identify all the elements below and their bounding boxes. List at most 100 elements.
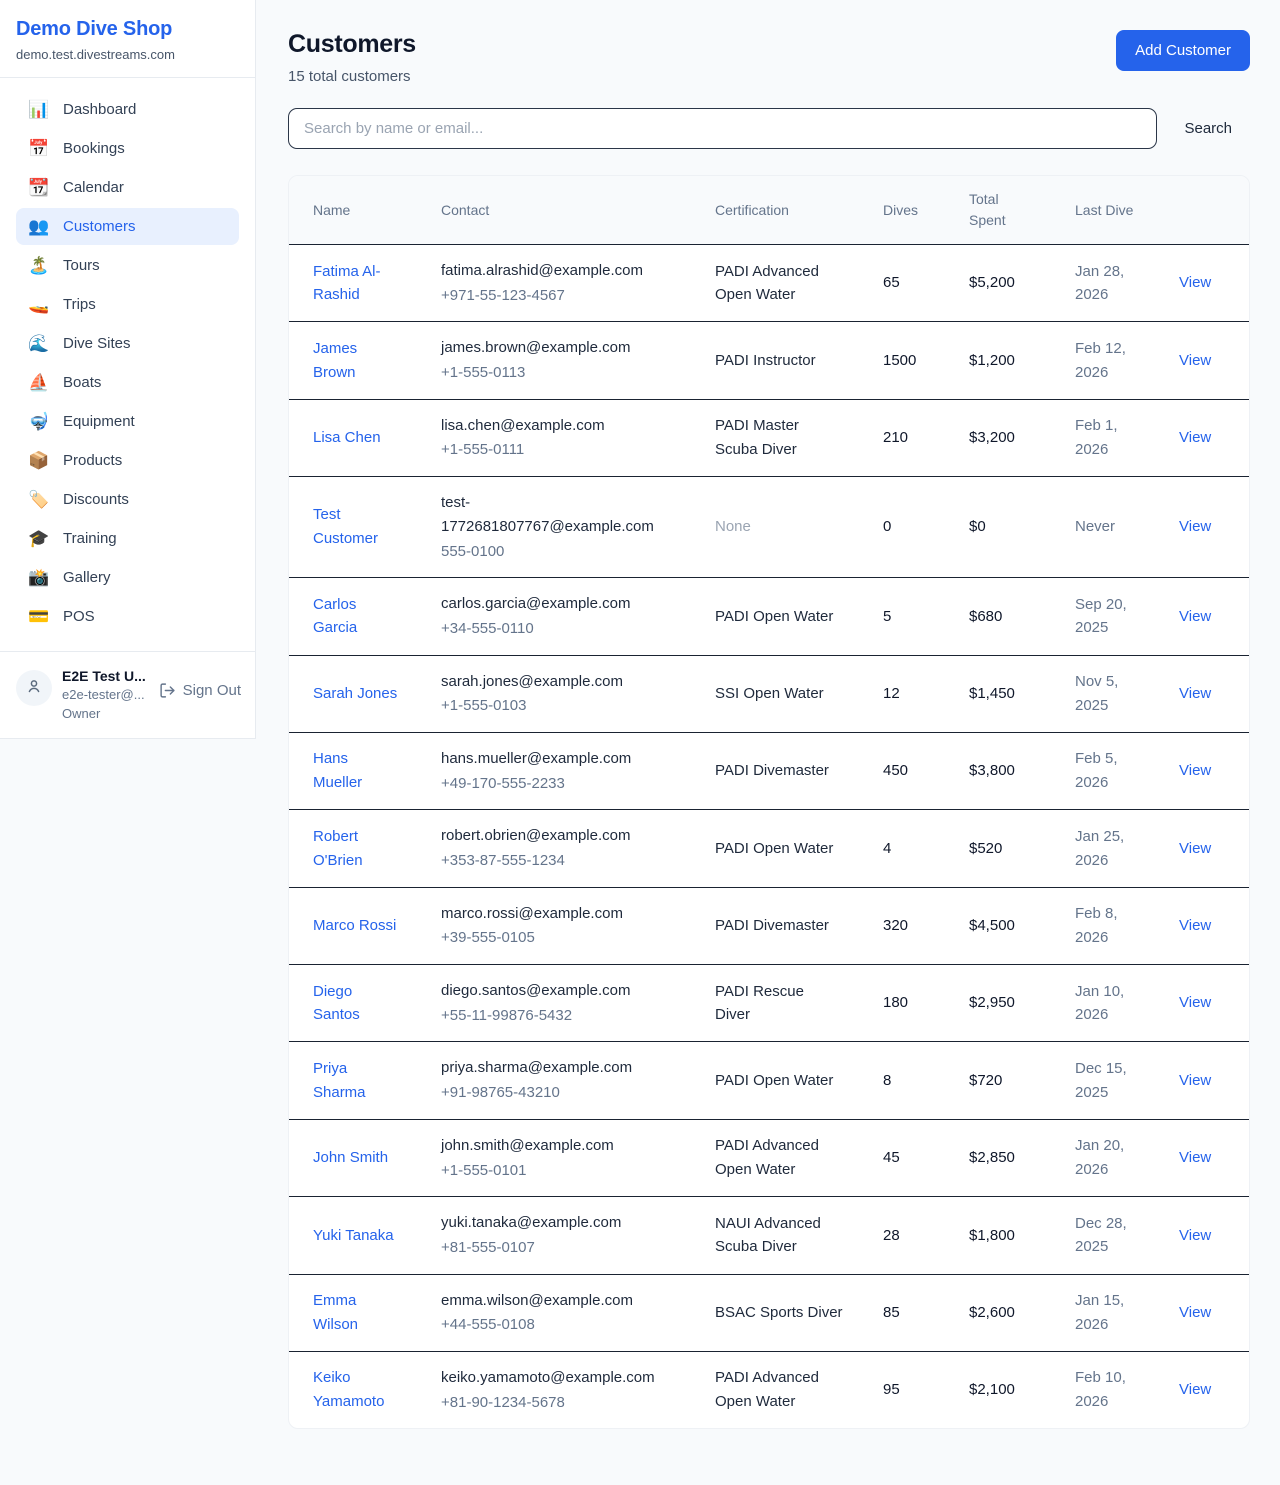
view-link[interactable]: View — [1179, 917, 1211, 934]
column-header-name: Name — [289, 176, 417, 245]
customer-total-spent: $3,800 — [945, 732, 1051, 809]
customer-name-link[interactable]: Yuki Tanaka — [313, 1227, 394, 1244]
page-header-text: Customers 15 total customers — [288, 30, 416, 85]
search-input[interactable] — [288, 108, 1157, 149]
view-link[interactable]: View — [1179, 1304, 1211, 1321]
sidebar-item-label: POS — [63, 608, 95, 625]
customer-last-dive: Jan 28, 2026 — [1051, 245, 1155, 322]
customer-contact: lisa.chen@example.com +1-555-0111 — [417, 399, 691, 476]
customer-dives: 0 — [859, 477, 945, 578]
sidebar-item-discounts[interactable]: 🏷️ Discounts — [16, 481, 239, 518]
table-row: Fatima Al-Rashid fatima.alrashid@example… — [289, 245, 1249, 322]
customer-certification: PADI Instructor — [691, 322, 859, 399]
customer-dives: 65 — [859, 245, 945, 322]
avatar — [16, 670, 52, 706]
customer-name-link[interactable]: Carlos Garcia — [313, 596, 357, 637]
customer-total-spent: $3,200 — [945, 399, 1051, 476]
sidebar-item-label: Tours — [63, 257, 100, 274]
customer-last-dive: Jan 15, 2026 — [1051, 1274, 1155, 1351]
customer-name-link[interactable]: Test Customer — [313, 506, 378, 547]
view-link[interactable]: View — [1179, 274, 1211, 291]
pos-icon: 💳 — [28, 608, 50, 625]
sidebar-item-dive-sites[interactable]: 🌊 Dive Sites — [16, 325, 239, 362]
customer-name-link[interactable]: Keiko Yamamoto — [313, 1369, 384, 1410]
customer-name-link[interactable]: Robert O'Brien — [313, 828, 363, 869]
sidebar-item-products[interactable]: 📦 Products — [16, 442, 239, 479]
view-link[interactable]: View — [1179, 518, 1211, 535]
customer-phone: +353-87-555-1234 — [441, 849, 675, 873]
sidebar-item-pos[interactable]: 💳 POS — [16, 598, 239, 635]
sidebar-item-tours[interactable]: 🏝️ Tours — [16, 247, 239, 284]
table-row: Keiko Yamamoto keiko.yamamoto@example.co… — [289, 1351, 1249, 1428]
customer-name-link[interactable]: John Smith — [313, 1149, 388, 1166]
customer-name-link[interactable]: Fatima Al-Rashid — [313, 263, 381, 304]
customer-name-link[interactable]: Priya Sharma — [313, 1060, 366, 1101]
view-link[interactable]: View — [1179, 1149, 1211, 1166]
table-row: Yuki Tanaka yuki.tanaka@example.com +81-… — [289, 1197, 1249, 1274]
training-icon: 🎓 — [28, 530, 50, 547]
view-link[interactable]: View — [1179, 429, 1211, 446]
customer-total-spent: $2,600 — [945, 1274, 1051, 1351]
sidebar-item-boats[interactable]: ⛵ Boats — [16, 364, 239, 401]
view-link[interactable]: View — [1179, 352, 1211, 369]
customer-dives: 450 — [859, 732, 945, 809]
sidebar-item-gallery[interactable]: 📸 Gallery — [16, 559, 239, 596]
customer-name-link[interactable]: Sarah Jones — [313, 685, 397, 702]
customer-contact: john.smith@example.com +1-555-0101 — [417, 1119, 691, 1196]
add-customer-button[interactable]: Add Customer — [1116, 30, 1250, 71]
view-link[interactable]: View — [1179, 1227, 1211, 1244]
customer-name-link[interactable]: Lisa Chen — [313, 429, 381, 446]
customer-email: robert.obrien@example.com — [441, 824, 675, 848]
brand-name[interactable]: Demo Dive Shop — [16, 18, 239, 41]
customer-name-link[interactable]: Diego Santos — [313, 983, 360, 1024]
customer-phone: 555-0100 — [441, 540, 675, 564]
customer-email: marco.rossi@example.com — [441, 902, 675, 926]
customer-count: 15 total customers — [288, 68, 416, 85]
sidebar-item-calendar[interactable]: 📆 Calendar — [16, 169, 239, 206]
dashboard-icon: 📊 — [28, 101, 50, 118]
page-title: Customers — [288, 30, 416, 59]
sidebar-item-dashboard[interactable]: 📊 Dashboard — [16, 91, 239, 128]
user-role: Owner — [62, 705, 149, 724]
sidebar-item-equipment[interactable]: 🤿 Equipment — [16, 403, 239, 440]
customer-last-dive: Feb 10, 2026 — [1051, 1351, 1155, 1428]
customer-certification: PADI Open Water — [691, 578, 859, 655]
equipment-icon: 🤿 — [28, 413, 50, 430]
sign-out-button[interactable]: Sign Out — [159, 682, 241, 699]
customer-name-link[interactable]: James Brown — [313, 340, 357, 381]
view-link[interactable]: View — [1179, 608, 1211, 625]
search-button[interactable]: Search — [1157, 120, 1250, 137]
view-link[interactable]: View — [1179, 1381, 1211, 1398]
sidebar-item-trips[interactable]: 🚤 Trips — [16, 286, 239, 323]
table-row: Emma Wilson emma.wilson@example.com +44-… — [289, 1274, 1249, 1351]
view-link[interactable]: View — [1179, 1072, 1211, 1089]
user-footer: E2E Test U... e2e-tester@... Owner Sign … — [0, 651, 255, 738]
customer-phone: +44-555-0108 — [441, 1313, 675, 1337]
customer-dives: 1500 — [859, 322, 945, 399]
customer-phone: +34-555-0110 — [441, 617, 675, 641]
view-link[interactable]: View — [1179, 994, 1211, 1011]
customer-email: diego.santos@example.com — [441, 979, 675, 1003]
customer-dives: 28 — [859, 1197, 945, 1274]
calendar-icon: 📆 — [28, 179, 50, 196]
sidebar-item-training[interactable]: 🎓 Training — [16, 520, 239, 557]
customer-name-link[interactable]: Emma Wilson — [313, 1292, 358, 1333]
customer-name-link[interactable]: Hans Mueller — [313, 750, 362, 791]
table-row: Hans Mueller hans.mueller@example.com +4… — [289, 732, 1249, 809]
customer-contact: sarah.jones@example.com +1-555-0103 — [417, 655, 691, 732]
customers-table-card: NameContactCertificationDivesTotal Spent… — [288, 175, 1250, 1429]
sidebar-item-bookings[interactable]: 📅 Bookings — [16, 130, 239, 167]
customer-email: carlos.garcia@example.com — [441, 592, 675, 616]
view-link[interactable]: View — [1179, 762, 1211, 779]
customer-phone: +49-170-555-2233 — [441, 772, 675, 796]
table-row: Carlos Garcia carlos.garcia@example.com … — [289, 578, 1249, 655]
customer-dives: 95 — [859, 1351, 945, 1428]
customer-name-link[interactable]: Marco Rossi — [313, 917, 396, 934]
customer-total-spent: $2,850 — [945, 1119, 1051, 1196]
sidebar-item-customers[interactable]: 👥 Customers — [16, 208, 239, 245]
search-row: Search — [288, 108, 1250, 149]
table-row: Marco Rossi marco.rossi@example.com +39-… — [289, 887, 1249, 964]
view-link[interactable]: View — [1179, 685, 1211, 702]
view-link[interactable]: View — [1179, 840, 1211, 857]
customer-last-dive: Feb 8, 2026 — [1051, 887, 1155, 964]
